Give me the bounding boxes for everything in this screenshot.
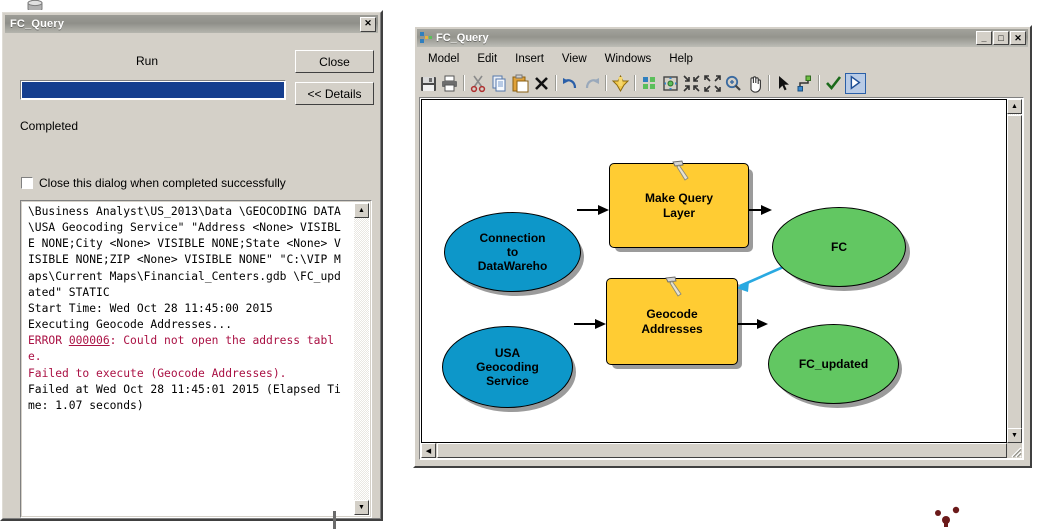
model-window-title: FC_Query: [436, 32, 489, 44]
scroll-down-arrow-icon[interactable]: ▼: [354, 500, 369, 515]
delete-icon[interactable]: [532, 74, 551, 93]
progress-bar: [20, 80, 286, 100]
log-panel-inner: \Business Analyst\US_2013\Data \GEOCODIN…: [21, 201, 371, 517]
scroll-left-arrow-icon[interactable]: ◀: [421, 443, 436, 458]
zoom-magnifier-icon[interactable]: [724, 74, 743, 93]
menu-item-insert[interactable]: Insert: [506, 51, 553, 67]
desktop-artifact-line: [333, 511, 336, 529]
toolbar-separator: [768, 75, 770, 91]
maximize-icon[interactable]: □: [993, 31, 1009, 45]
redo-icon[interactable]: [582, 74, 601, 93]
log-panel: \Business Analyst\US_2013\Data \GEOCODIN…: [20, 200, 372, 518]
pan-hand-icon[interactable]: [745, 74, 764, 93]
toolbar-separator: [605, 75, 607, 91]
menu-item-windows[interactable]: Windows: [596, 51, 661, 67]
menu-item-edit[interactable]: Edit: [468, 51, 506, 67]
geoprocessing-progress-dialog: FC_Query ✕ Run Completed Close << Detail…: [0, 10, 383, 521]
model-node-usa-geocoding-service[interactable]: USA Geocoding Service: [442, 326, 573, 408]
toolbar-separator: [555, 75, 557, 91]
model-canvas[interactable]: Connection to DataWareho Make Query Layer F…: [421, 99, 1007, 443]
connector-usageo-to-geocode: [574, 319, 606, 329]
window-controls: _ □ ✕: [976, 31, 1026, 45]
toolbar-separator: [463, 75, 465, 91]
hammer-tool-icon: [669, 158, 693, 187]
print-icon[interactable]: [440, 74, 459, 93]
close-x-icon[interactable]: ✕: [360, 17, 376, 32]
model-window-titlebar[interactable]: FC_Query _ □ ✕: [417, 29, 1028, 47]
progress-dialog-title: FC_Query: [10, 18, 65, 30]
close-button[interactable]: Close: [295, 50, 374, 73]
model-node-connection-to-datawarehouse[interactable]: Connection to DataWareho: [444, 212, 581, 292]
canvas-vertical-scrollbar[interactable]: ▲ ▼: [1007, 99, 1022, 443]
node-label: Connection to DataWareho: [477, 230, 548, 274]
close-on-success-row[interactable]: Close this dialog when completed success…: [21, 176, 286, 190]
paste-icon[interactable]: [511, 74, 530, 93]
progress-dialog-titlebar[interactable]: FC_Query ✕: [5, 15, 378, 33]
node-label: Make Query Layer: [644, 191, 714, 220]
details-toggle-button[interactable]: << Details: [295, 82, 374, 105]
add-data-icon[interactable]: [611, 74, 630, 93]
node-label: Geocode Addresses: [641, 307, 703, 336]
node-label: USA Geocoding Service: [476, 345, 539, 389]
canvas-horizontal-scrollbar[interactable]: ◀: [421, 443, 1007, 458]
connector-conn-to-makequery: [577, 205, 609, 215]
toolbar: [419, 71, 1026, 95]
close-on-success-checkbox[interactable]: [21, 177, 33, 189]
model-node-geocode-addresses[interactable]: Geocode Addresses: [606, 276, 738, 365]
log-vertical-scrollbar[interactable]: ▲ ▼: [354, 203, 369, 515]
select-pointer-icon[interactable]: [774, 74, 793, 93]
progress-bar-fill: [22, 82, 284, 98]
validate-check-icon[interactable]: [824, 74, 843, 93]
close-icon[interactable]: ✕: [1010, 31, 1026, 45]
node-label: FC_updated: [798, 356, 869, 371]
model-node-fc-updated[interactable]: FC_updated: [768, 324, 899, 404]
toolbar-separator: [818, 75, 820, 91]
model-builder-icon: [420, 32, 432, 44]
menu-item-model[interactable]: Model: [419, 51, 468, 67]
undo-icon[interactable]: [561, 74, 580, 93]
cut-icon[interactable]: [469, 74, 488, 93]
log-text[interactable]: \Business Analyst\US_2013\Data \GEOCODIN…: [24, 204, 344, 514]
status-text: Completed: [20, 119, 79, 133]
connector-geocode-to-fcupdated: [736, 319, 768, 329]
zoom-in-page-icon[interactable]: [703, 74, 722, 93]
minimize-icon[interactable]: _: [976, 31, 992, 45]
zoom-out-page-icon[interactable]: [682, 74, 701, 93]
auto-layout-icon[interactable]: [640, 74, 659, 93]
log-scroll-track[interactable]: [354, 218, 369, 500]
run-play-icon[interactable]: [845, 72, 866, 94]
copy-icon[interactable]: [490, 74, 509, 93]
connect-icon[interactable]: [795, 74, 814, 93]
node-label: FC: [831, 239, 847, 254]
menubar: Model Edit Insert View Windows Help: [419, 51, 702, 67]
scroll-up-arrow-icon[interactable]: ▲: [354, 203, 369, 218]
red-dots-marker-icon: [930, 505, 970, 529]
model-node-make-query-layer[interactable]: Make Query Layer: [609, 160, 749, 248]
menu-item-view[interactable]: View: [553, 51, 596, 67]
menu-item-help[interactable]: Help: [660, 51, 702, 67]
fit-to-window-icon[interactable]: [661, 74, 680, 93]
scroll-up-arrow-icon[interactable]: ▲: [1007, 99, 1022, 114]
save-icon[interactable]: [419, 74, 438, 93]
toolbar-separator: [634, 75, 636, 91]
scroll-down-arrow-icon[interactable]: ▼: [1007, 428, 1022, 443]
run-label: Run: [135, 54, 158, 68]
model-builder-window: FC_Query _ □ ✕ Model Edit Insert View Wi…: [413, 25, 1032, 468]
model-node-fc[interactable]: FC: [772, 207, 906, 287]
hammer-tool-icon: [662, 274, 686, 303]
scrollbar-corner-grip: [1007, 443, 1022, 458]
model-canvas-frame: Connection to DataWareho Make Query Layer F…: [419, 97, 1024, 460]
vscroll-thumb[interactable]: [1007, 115, 1022, 433]
hscroll-thumb[interactable]: [437, 443, 1007, 458]
close-on-success-label: Close this dialog when completed success…: [39, 176, 286, 190]
